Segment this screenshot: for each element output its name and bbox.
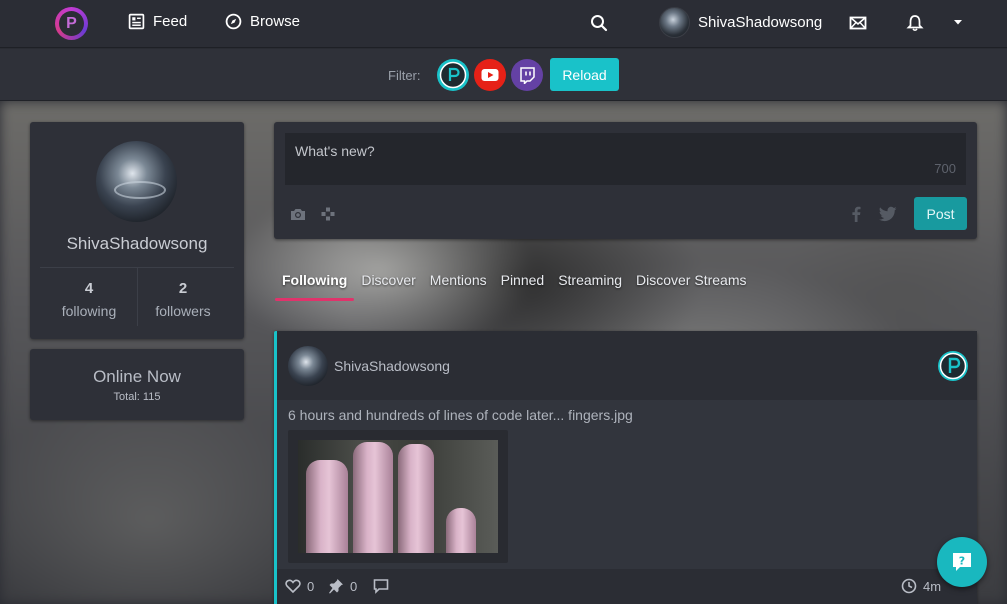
profile-card: ShivaShadowsong 4 following 2 followers (30, 122, 244, 339)
followers-count: 2 (178, 280, 188, 297)
comment-button[interactable] (372, 578, 390, 594)
twitch-icon (520, 66, 535, 84)
tab-streaming[interactable]: Streaming (551, 272, 629, 301)
tab-mentions[interactable]: Mentions (423, 272, 494, 301)
post-author-name[interactable]: ShivaShadowsong (334, 358, 450, 374)
logo-letter: P (59, 11, 84, 36)
heart-icon (285, 579, 301, 594)
following-count: 4 (84, 280, 94, 297)
post-composer: What's new? 700 Post (274, 122, 977, 239)
bell-icon[interactable] (906, 14, 924, 32)
post-body: 6 hours and hundreds of lines of code la… (277, 400, 977, 569)
following-label: following (61, 303, 117, 319)
tab-following[interactable]: Following (275, 272, 355, 301)
chevron-down-icon[interactable] (952, 16, 964, 28)
char-count: 700 (934, 161, 956, 176)
post-time: 4m (923, 578, 942, 594)
following-stat[interactable]: 4 following (41, 280, 137, 319)
feed-icon (128, 13, 145, 30)
filter-picarto-button[interactable] (437, 59, 469, 91)
followers-label: followers (155, 303, 211, 319)
reload-button[interactable]: Reload (550, 58, 619, 91)
pin-count: 0 (350, 578, 358, 594)
comment-icon (373, 579, 389, 594)
camera-icon[interactable] (290, 206, 306, 222)
svg-text:?: ? (959, 555, 965, 568)
followers-stat[interactable]: 2 followers (135, 280, 231, 319)
online-total: Total: 115 (113, 391, 161, 403)
help-icon: ? (953, 553, 971, 571)
feed-tabs: Following Discover Mentions Pinned Strea… (275, 272, 753, 301)
post-image-attachment[interactable] (288, 430, 508, 563)
filter-bar: Filter: Reload (0, 49, 1007, 101)
site-logo[interactable]: P (55, 7, 88, 40)
post-footer: 0 0 4m (277, 569, 977, 604)
nav-browse-label: Browse (250, 13, 301, 30)
tab-discover-streams[interactable]: Discover Streams (629, 272, 753, 301)
filter-twitch-button[interactable] (511, 59, 543, 91)
profile-avatar[interactable] (96, 141, 177, 222)
filter-label: Filter: (388, 68, 421, 83)
post-timestamp: 4m (901, 578, 941, 594)
nav-browse-link[interactable]: Browse (225, 13, 300, 30)
online-now-card[interactable]: Online Now Total: 115 (30, 349, 244, 420)
help-chat-button[interactable]: ? (937, 537, 987, 587)
search-icon[interactable] (590, 14, 608, 32)
feed-post: ShivaShadowsong 6 hours and hundreds of … (274, 331, 977, 604)
post-author-avatar[interactable] (288, 346, 328, 386)
like-button[interactable]: 0 (285, 578, 314, 594)
picarto-icon[interactable] (937, 350, 969, 382)
profile-name[interactable]: ShivaShadowsong (30, 234, 244, 254)
user-menu[interactable]: ShivaShadowsong (659, 7, 822, 38)
nav-feed-link[interactable]: Feed (128, 13, 187, 30)
pin-icon (329, 579, 343, 594)
avatar (659, 7, 690, 38)
compass-icon (225, 13, 242, 30)
gamepad-icon[interactable] (320, 206, 336, 222)
post-image (298, 440, 498, 553)
nav-username: ShivaShadowsong (698, 14, 823, 31)
post-header: ShivaShadowsong (277, 331, 977, 400)
youtube-icon (481, 69, 499, 81)
post-text: 6 hours and hundreds of lines of code la… (288, 407, 633, 423)
nav-feed-label: Feed (153, 13, 188, 30)
post-button[interactable]: Post (914, 197, 967, 230)
post-input-placeholder: What's new? (295, 143, 375, 159)
post-text-input[interactable]: What's new? 700 (285, 133, 966, 185)
facebook-icon[interactable] (850, 206, 862, 222)
online-now-title: Online Now (93, 367, 181, 386)
picarto-icon (439, 61, 467, 89)
top-navbar: P Feed Browse ShivaShadowsong (0, 0, 1007, 48)
filter-youtube-button[interactable] (474, 59, 506, 91)
pin-button[interactable]: 0 (328, 578, 357, 594)
clock-icon (901, 578, 917, 594)
like-count: 0 (307, 578, 315, 594)
tab-pinned[interactable]: Pinned (494, 272, 552, 301)
mail-icon[interactable] (849, 14, 867, 32)
twitter-icon[interactable] (879, 206, 897, 222)
tab-discover[interactable]: Discover (354, 272, 422, 301)
